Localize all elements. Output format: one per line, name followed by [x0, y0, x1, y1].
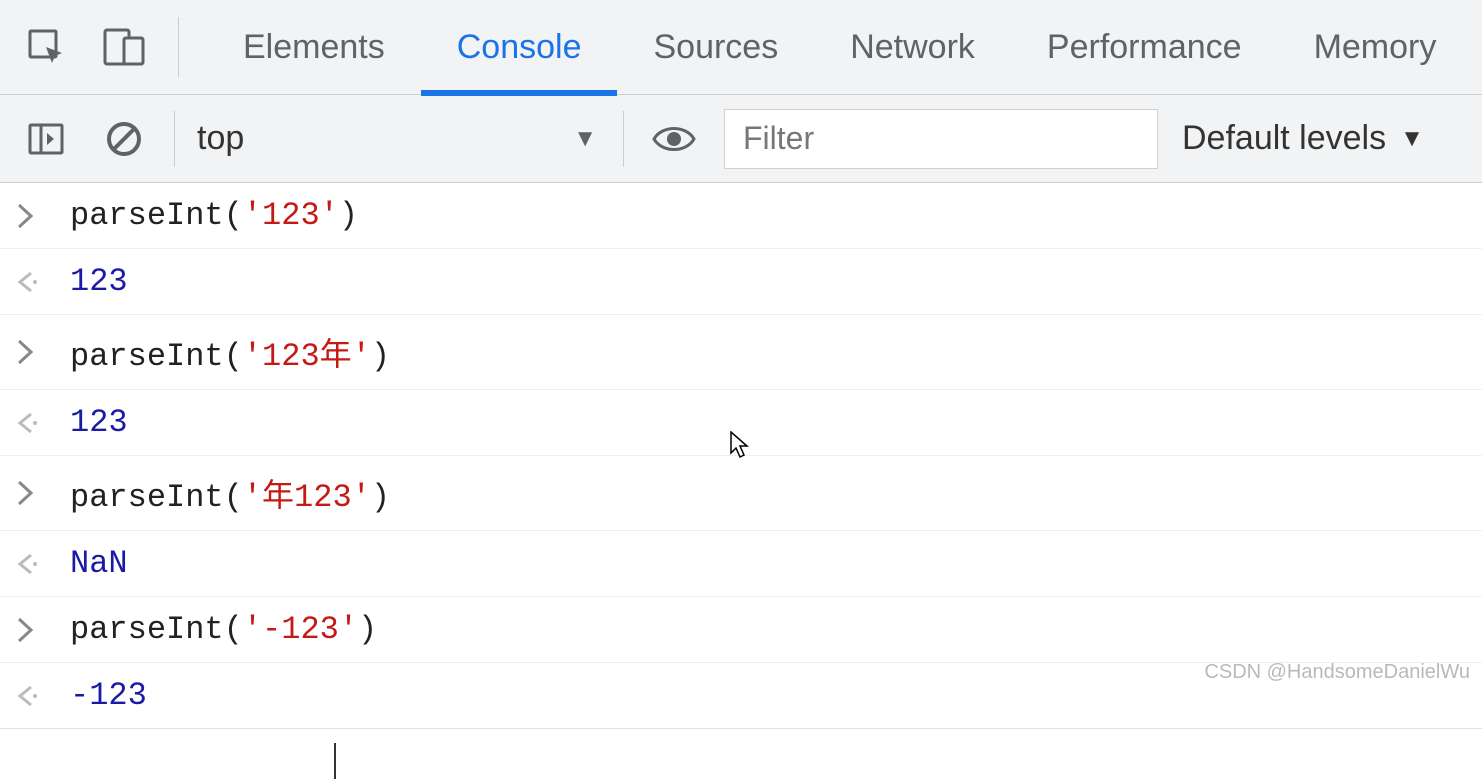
show-console-sidebar-icon[interactable]: [22, 115, 70, 163]
output-chevron-icon: [16, 270, 70, 294]
input-chevron-icon: [16, 338, 70, 366]
log-levels-selector[interactable]: Default levels ▼: [1182, 119, 1438, 158]
tab-console[interactable]: Console: [421, 0, 618, 95]
separator: [174, 111, 175, 167]
output-chevron-icon: [16, 411, 70, 435]
text-caret: [334, 743, 336, 779]
console-input-code: parseInt('-123'): [70, 611, 377, 648]
console-output-row: 123: [0, 249, 1482, 315]
console-input-code: parseInt('年123'): [70, 470, 390, 516]
tab-memory[interactable]: Memory: [1278, 0, 1473, 95]
inspect-element-icon[interactable]: [22, 23, 70, 71]
tab-elements[interactable]: Elements: [207, 0, 421, 95]
separator: [178, 17, 179, 77]
console-input-row[interactable]: parseInt('-123'): [0, 597, 1482, 663]
console-input-row[interactable]: parseInt('123年'): [0, 315, 1482, 390]
context-selector[interactable]: top ▼: [197, 119, 597, 158]
console-input-row[interactable]: parseInt('年123'): [0, 456, 1482, 531]
device-toolbar-icon[interactable]: [100, 23, 148, 71]
console-output-value: NaN: [70, 545, 128, 582]
chevron-down-icon: ▼: [573, 125, 597, 153]
devtools-tabs-bar: Elements Console Sources Network Perform…: [0, 0, 1482, 95]
separator: [623, 111, 624, 167]
tab-network[interactable]: Network: [814, 0, 1011, 95]
input-chevron-icon: [16, 479, 70, 507]
tab-performance[interactable]: Performance: [1011, 0, 1278, 95]
console-input-code: parseInt('123'): [70, 197, 358, 234]
input-chevron-icon: [16, 616, 70, 644]
output-chevron-icon: [16, 552, 70, 576]
console-input-code: parseInt('123年'): [70, 329, 390, 375]
log-levels-label: Default levels: [1182, 119, 1386, 158]
console-output-value: -123: [70, 677, 147, 714]
filter-input[interactable]: [724, 109, 1158, 169]
console-output-value: 123: [70, 404, 128, 441]
console-output-row: -123: [0, 663, 1482, 729]
console-toolbar: top ▼ Default levels ▼: [0, 95, 1482, 183]
chevron-down-icon: ▼: [1400, 125, 1424, 153]
console-output-row: NaN: [0, 531, 1482, 597]
input-chevron-icon: [16, 202, 70, 230]
output-chevron-icon: [16, 684, 70, 708]
clear-console-icon[interactable]: [100, 115, 148, 163]
console-prompt[interactable]: [0, 729, 1482, 779]
console-output-value: 123: [70, 263, 128, 300]
tab-sources[interactable]: Sources: [617, 0, 814, 95]
live-expression-icon[interactable]: [650, 115, 698, 163]
context-selector-label: top: [197, 119, 573, 158]
console-output-row: 123: [0, 390, 1482, 456]
console-input-row[interactable]: parseInt('123'): [0, 183, 1482, 249]
